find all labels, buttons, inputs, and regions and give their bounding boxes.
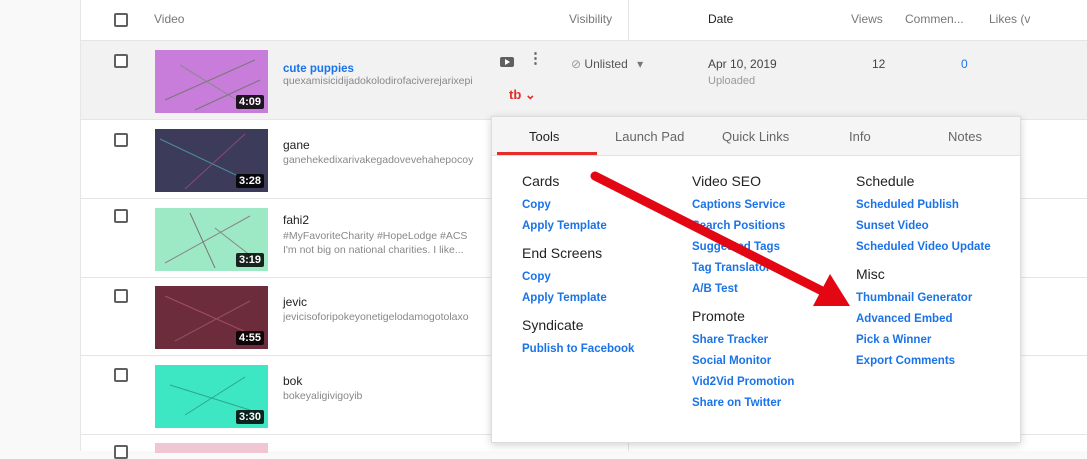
video-description: quexamisicidijadokolodirofaciverejarixep…: [283, 75, 473, 87]
advanced-embed-link[interactable]: Advanced Embed: [856, 309, 991, 330]
tools-column-1: Cards Copy Apply Template End Screens Co…: [522, 173, 634, 360]
video-title[interactable]: jevic: [283, 295, 307, 309]
chevron-down-icon: ⌄: [521, 87, 536, 102]
active-tab-indicator: [497, 152, 597, 155]
tubebuddy-menu-button[interactable]: tb ⌄: [509, 87, 536, 103]
video-description: bokeyaligivigoyib: [283, 390, 363, 402]
youtube-icon[interactable]: [500, 57, 514, 67]
tools-column-3: Schedule Scheduled Publish Sunset Video …: [856, 173, 991, 372]
comments-count[interactable]: 0: [961, 57, 968, 71]
row-checkbox[interactable]: [114, 289, 128, 303]
video-thumbnail[interactable]: [155, 443, 268, 453]
header-date[interactable]: Date: [708, 12, 733, 26]
end-screens-copy-link[interactable]: Copy: [522, 267, 634, 288]
video-thumbnail[interactable]: 4:55: [155, 286, 268, 349]
row-checkbox[interactable]: [114, 368, 128, 382]
video-title[interactable]: gane: [283, 138, 310, 152]
tubebuddy-popup: Tools Launch Pad Quick Links Info Notes …: [491, 116, 1021, 443]
tab-quick-links[interactable]: Quick Links: [722, 129, 789, 144]
header-video: Video: [154, 12, 185, 26]
video-description-line2: I'm not big on national charities. I lik…: [283, 244, 464, 256]
share-on-twitter-link[interactable]: Share on Twitter: [692, 393, 794, 414]
video-thumbnail[interactable]: 3:28: [155, 129, 268, 192]
section-promote: Promote: [692, 308, 745, 324]
pick-a-winner-link[interactable]: Pick a Winner: [856, 330, 991, 351]
social-monitor-link[interactable]: Social Monitor: [692, 351, 794, 372]
video-description: ganehekedixarivakegadovevehahepocoy: [283, 154, 474, 166]
views-count: 12: [872, 57, 886, 71]
section-misc: Misc: [856, 266, 885, 282]
scheduled-publish-link[interactable]: Scheduled Publish: [856, 195, 991, 216]
video-description: jevicisoforipokeyonetigelodamogotolaxo: [283, 311, 469, 323]
row-checkbox[interactable]: [114, 54, 128, 68]
tubebuddy-logo: tb: [509, 87, 522, 102]
video-thumbnail[interactable]: 3:19: [155, 208, 268, 271]
popup-tabs: Tools Launch Pad Quick Links Info Notes: [492, 117, 1020, 156]
captions-service-link[interactable]: Captions Service: [692, 195, 794, 216]
suggested-tags-link[interactable]: Suggested Tags: [692, 237, 794, 258]
duration-badge: 3:28: [235, 174, 264, 188]
publish-to-facebook-link[interactable]: Publish to Facebook: [522, 339, 634, 360]
end-screens-apply-template-link[interactable]: Apply Template: [522, 288, 634, 309]
thumbnail-generator-link[interactable]: Thumbnail Generator: [856, 288, 991, 309]
video-description: #MyFavoriteCharity #HopeLodge #ACS: [283, 230, 468, 242]
tab-info[interactable]: Info: [849, 129, 871, 144]
table-row[interactable]: 4:09 cute puppies quexamisicidijadokolod…: [81, 41, 1087, 120]
video-thumbnail[interactable]: 3:30: [155, 365, 268, 428]
date-status: Uploaded: [708, 75, 756, 87]
video-title[interactable]: fahi2: [283, 213, 309, 227]
tab-tools[interactable]: Tools: [529, 129, 559, 144]
row-checkbox[interactable]: [114, 209, 128, 223]
video-title[interactable]: bok: [283, 374, 302, 388]
tag-translator-link[interactable]: Tag Translator: [692, 258, 794, 279]
search-positions-link[interactable]: Search Positions: [692, 216, 794, 237]
tools-column-2: Video SEO Captions Service Search Positi…: [692, 173, 794, 414]
header-likes[interactable]: Likes (v: [989, 12, 1030, 26]
header-comments[interactable]: Commen...: [905, 12, 964, 26]
ab-test-link[interactable]: A/B Test: [692, 279, 794, 300]
scheduled-video-update-link[interactable]: Scheduled Video Update: [856, 237, 991, 258]
row-checkbox[interactable]: [114, 133, 128, 147]
tab-notes[interactable]: Notes: [948, 129, 982, 144]
export-comments-link[interactable]: Export Comments: [856, 351, 991, 372]
select-all-checkbox[interactable]: [114, 13, 128, 27]
video-thumbnail[interactable]: 4:09: [155, 50, 268, 113]
section-end-screens: End Screens: [522, 245, 603, 261]
visibility-dropdown[interactable]: ⊘ Unlisted ▾: [571, 57, 643, 71]
vid2vid-promotion-link[interactable]: Vid2Vid Promotion: [692, 372, 794, 393]
duration-badge: 3:30: [235, 410, 264, 424]
more-options-icon[interactable]: ⋮: [528, 51, 543, 66]
section-syndicate: Syndicate: [522, 317, 584, 333]
share-tracker-link[interactable]: Share Tracker: [692, 330, 794, 351]
header-views[interactable]: Views: [851, 12, 883, 26]
cards-apply-template-link[interactable]: Apply Template: [522, 216, 634, 237]
tab-launch-pad[interactable]: Launch Pad: [615, 129, 684, 144]
duration-badge: 4:09: [235, 95, 264, 109]
video-date: Apr 10, 2019: [708, 57, 777, 71]
section-video-seo: Video SEO: [692, 173, 762, 189]
duration-badge: 3:19: [235, 253, 264, 267]
eye-slash-icon: ⊘: [571, 57, 582, 71]
sunset-video-link[interactable]: Sunset Video: [856, 216, 991, 237]
header-visibility[interactable]: Visibility: [569, 12, 612, 26]
cards-copy-link[interactable]: Copy: [522, 195, 634, 216]
duration-badge: 4:55: [235, 331, 264, 345]
section-schedule: Schedule: [856, 173, 915, 189]
visibility-value: Unlisted: [584, 57, 628, 71]
section-cards: Cards: [522, 173, 560, 189]
dropdown-caret-icon: ▾: [637, 57, 644, 71]
row-checkbox[interactable]: [114, 445, 128, 459]
table-header: Video Visibility Date Views Commen... Li…: [81, 0, 1087, 41]
